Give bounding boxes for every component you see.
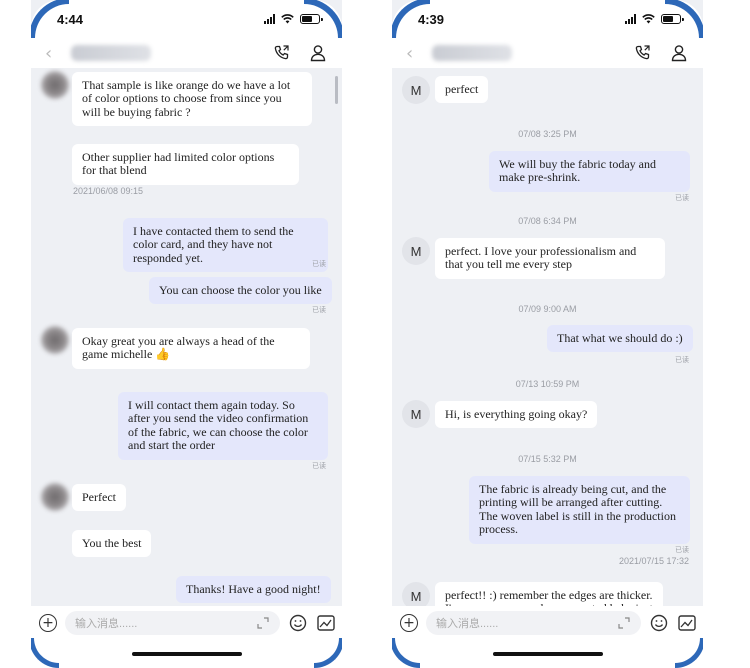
message-list[interactable]: That sample is like orange do we have a …: [31, 68, 342, 606]
back-arrow-icon[interactable]: ‹: [406, 43, 424, 64]
message-outgoing[interactable]: That what we should do :): [547, 325, 693, 353]
message-incoming[interactable]: perfect!! :) remember the edges are thic…: [435, 582, 663, 606]
message-text: That what we should do :): [547, 325, 693, 353]
profile-icon[interactable]: [308, 43, 328, 63]
avatar[interactable]: M: [402, 582, 430, 606]
signal-icon: [625, 14, 636, 24]
message-text: perfect. I love your professionalism and…: [435, 238, 665, 279]
message-text: Thanks! Have a good night!: [176, 576, 331, 604]
message-outgoing[interactable]: The fabric is already being cut, and the…: [469, 476, 690, 544]
message-text: Other supplier had limited color options…: [72, 144, 299, 185]
message-text: You the best: [72, 530, 152, 558]
message-text: You can choose the color you like: [149, 277, 332, 305]
message-outgoing[interactable]: I have contacted them to send the color …: [123, 218, 328, 273]
timestamp: 07/15 5:32 PM: [518, 454, 577, 464]
message-text: That sample is like orange do we have a …: [72, 72, 312, 127]
thumbs-up-emoji: 👍: [155, 347, 171, 362]
read-receipt: 已读: [675, 546, 689, 554]
left-phone-screen: 4:44 ‹ That sample is like orange do we …: [31, 0, 342, 668]
avatar[interactable]: [41, 326, 69, 354]
message-text: I have contacted them to send the color …: [123, 218, 328, 273]
message-outgoing[interactable]: We will buy the fabric today and make pr…: [489, 151, 690, 192]
input-placeholder: 输入消息......: [436, 618, 499, 630]
message-text-body: Okay great you are always a head of the …: [82, 334, 275, 362]
plus-icon[interactable]: +: [39, 614, 57, 632]
voice-call-icon[interactable]: [272, 43, 292, 63]
message-input[interactable]: 输入消息......: [426, 611, 641, 635]
input-bar: + 输入消息......: [392, 606, 703, 640]
device-frame-corner: [31, 0, 69, 38]
contact-name-blurred: [432, 45, 512, 61]
message-text: perfect!! :) remember the edges are thic…: [435, 582, 663, 606]
avatar[interactable]: [41, 71, 69, 99]
avatar[interactable]: M: [402, 76, 430, 104]
image-icon[interactable]: [316, 613, 336, 633]
timestamp: 07/08 3:25 PM: [518, 129, 577, 139]
message-incoming[interactable]: perfect. I love your professionalism and…: [435, 238, 665, 279]
read-receipt: 已读: [312, 306, 326, 314]
home-indicator[interactable]: [131, 652, 242, 656]
message-text: Okay great you are always a head of the …: [72, 328, 310, 369]
status-bar: 4:44: [31, 0, 342, 38]
status-bar: 4:39: [392, 0, 703, 38]
message-incoming[interactable]: Hi, is everything going okay?: [435, 401, 598, 429]
device-frame-corner: [665, 0, 703, 38]
message-list[interactable]: M perfect 07/08 3:25 PM We will buy the …: [392, 68, 703, 606]
avatar[interactable]: M: [402, 400, 430, 428]
message-outgoing[interactable]: You can choose the color you like: [149, 277, 332, 305]
message-text: perfect: [435, 76, 489, 104]
input-placeholder: 输入消息......: [75, 618, 138, 630]
message-text: Hi, is everything going okay?: [435, 401, 598, 429]
message-input[interactable]: 输入消息......: [65, 611, 280, 635]
message-outgoing[interactable]: Thanks! Have a good night!: [176, 576, 331, 604]
image-icon[interactable]: [677, 613, 697, 633]
timestamp: 2021/06/08 09:15: [73, 186, 144, 196]
message-incoming[interactable]: That sample is like orange do we have a …: [72, 72, 312, 127]
home-bar-area: [31, 640, 342, 668]
plus-icon[interactable]: +: [400, 614, 418, 632]
profile-icon[interactable]: [669, 43, 689, 63]
message-incoming[interactable]: You the best: [72, 530, 152, 558]
timestamp: 07/13 10:59 PM: [515, 379, 580, 389]
message-outgoing[interactable]: I will contact them again today. So afte…: [118, 392, 328, 460]
message-incoming[interactable]: Other supplier had limited color options…: [72, 144, 299, 185]
expand-icon[interactable]: [617, 616, 631, 630]
input-bar: + 输入消息......: [31, 606, 342, 640]
back-arrow-icon[interactable]: ‹: [45, 43, 63, 64]
message-text: The fabric is already being cut, and the…: [469, 476, 690, 544]
right-phone-screen: 4:39 ‹ M perfect 07/08 3:25 PM We will b…: [392, 0, 703, 668]
read-receipt: 已读: [675, 194, 689, 202]
emoji-icon[interactable]: [649, 613, 669, 633]
home-indicator[interactable]: [492, 652, 603, 656]
contact-name-blurred: [71, 45, 151, 61]
wifi-icon: [642, 14, 655, 24]
device-frame-corner: [392, 0, 430, 38]
message-text: I will contact them again today. So afte…: [118, 392, 328, 460]
wifi-icon: [281, 14, 294, 24]
timestamp: 07/09 9:00 AM: [518, 304, 577, 314]
message-incoming[interactable]: Okay great you are always a head of the …: [72, 328, 310, 369]
signal-icon: [264, 14, 275, 24]
read-receipt: 已读: [312, 260, 326, 268]
emoji-icon[interactable]: [288, 613, 308, 633]
home-bar-area: [392, 640, 703, 668]
scrollbar[interactable]: [335, 76, 338, 104]
read-receipt: 已读: [312, 462, 326, 470]
voice-call-icon[interactable]: [633, 43, 653, 63]
message-text: We will buy the fabric today and make pr…: [489, 151, 690, 192]
timestamp: 2021/07/15 17:32: [619, 556, 690, 566]
message-incoming[interactable]: Perfect: [72, 484, 126, 512]
avatar[interactable]: [41, 483, 69, 511]
message-text: Perfect: [72, 484, 126, 512]
chat-header: ‹: [392, 38, 703, 68]
expand-icon[interactable]: [256, 616, 270, 630]
avatar[interactable]: M: [402, 237, 430, 265]
message-incoming[interactable]: perfect: [435, 76, 489, 104]
chat-header: ‹: [31, 38, 342, 68]
read-receipt: 已读: [675, 356, 689, 364]
timestamp: 07/08 6:34 PM: [518, 216, 577, 226]
device-frame-corner: [304, 0, 342, 38]
